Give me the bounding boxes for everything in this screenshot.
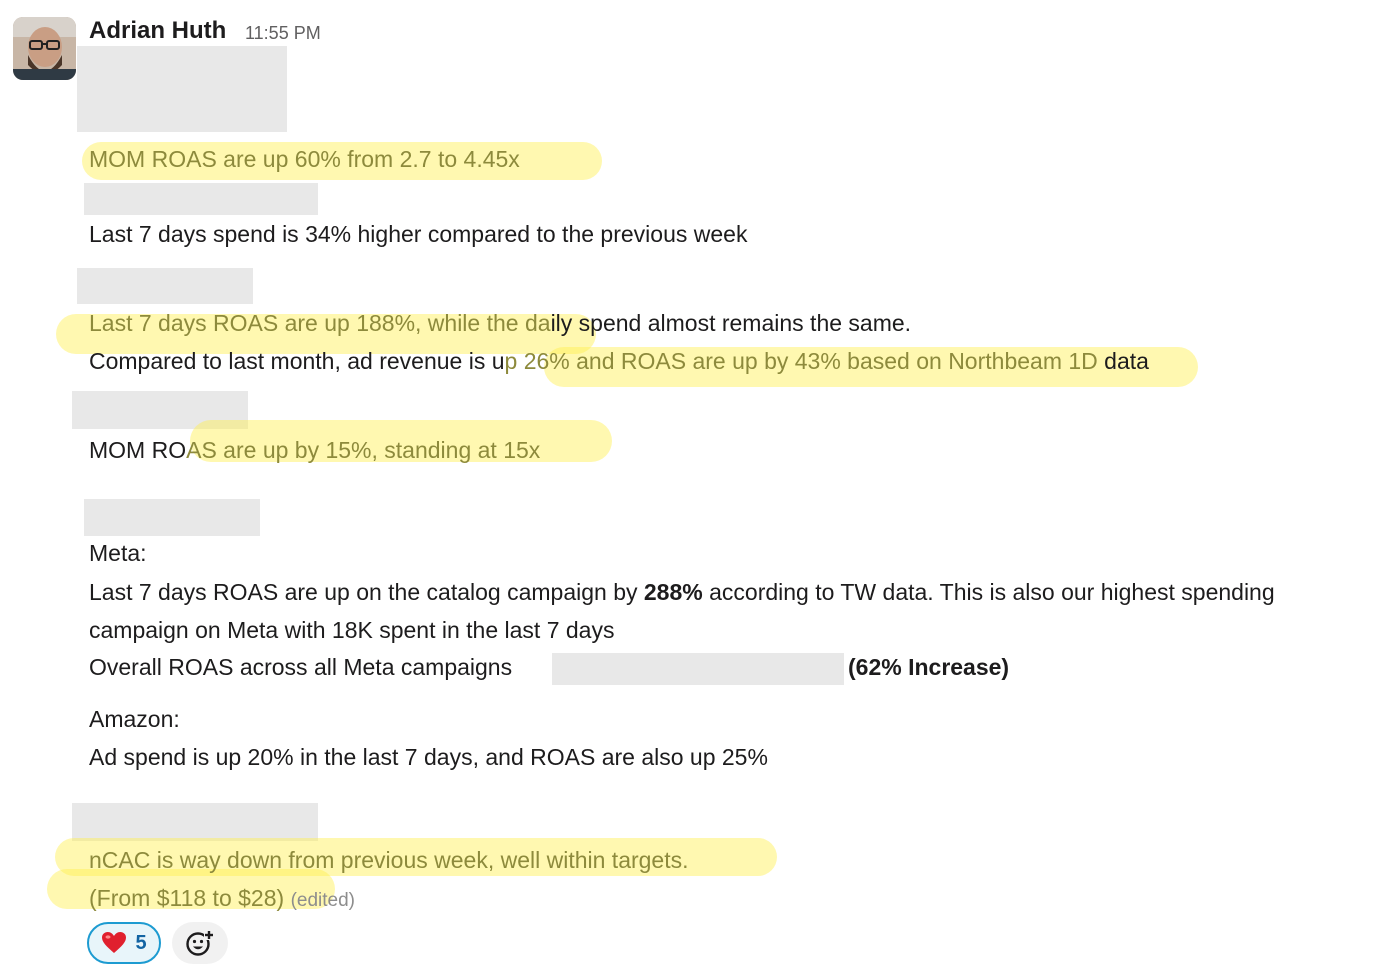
author-name[interactable]: Adrian Huth bbox=[89, 14, 226, 48]
text-span: data bbox=[1097, 348, 1149, 374]
edited-label: (edited) bbox=[290, 890, 355, 911]
redacted-block bbox=[77, 46, 287, 132]
highlighted-text: AS are up by 15%, standing at 15x bbox=[186, 437, 541, 463]
text-span: Compared to last month, ad revenue is u bbox=[89, 348, 505, 374]
message-line: nCAC is way down from previous week, wel… bbox=[89, 847, 689, 873]
message-line: Overall ROAS across all Meta campaigns bbox=[89, 654, 513, 680]
message-line: Meta: bbox=[89, 540, 147, 566]
highlighted-text: p 26% and ROAS are up by 43% based on No… bbox=[504, 348, 1098, 374]
avatar-photo bbox=[13, 17, 76, 80]
bold-text: (62% Increase) bbox=[848, 654, 1010, 680]
message-line: Ad spend is up 20% in the last 7 days, a… bbox=[89, 744, 768, 770]
reaction-count: 5 bbox=[135, 931, 147, 954]
redacted-block bbox=[84, 183, 318, 215]
redacted-block bbox=[84, 499, 260, 536]
redacted-block bbox=[77, 268, 253, 304]
heart-icon bbox=[102, 932, 127, 953]
message-timestamp[interactable]: 11:55 PM bbox=[245, 20, 321, 46]
message-line: Last 7 days ROAS are up 188%, while the … bbox=[89, 307, 911, 339]
message-line: MOM ROAS are up by 15%, standing at 15x bbox=[89, 434, 540, 466]
reaction-heart[interactable]: 5 bbox=[87, 922, 161, 964]
message-line: Last 7 days spend is 34% higher compared… bbox=[89, 221, 748, 247]
message-line: Last 7 days ROAS are up on the catalog c… bbox=[89, 576, 1275, 608]
message-line: Compared to last month, ad revenue is up… bbox=[89, 345, 1149, 377]
bold-text: 288% bbox=[643, 579, 703, 605]
message-line: campaign on Meta with 18K spent in the l… bbox=[89, 617, 615, 643]
text-span: according to TW data. This is also our h… bbox=[702, 579, 1275, 605]
add-reaction-icon bbox=[186, 930, 214, 956]
highlighted-text: Last 7 days ROAS are up 188%, while the … bbox=[89, 310, 551, 336]
message-line: Amazon: bbox=[89, 706, 180, 732]
text-span: Last 7 days ROAS are up on the catalog c… bbox=[89, 579, 644, 605]
message-line: (62% Increase) bbox=[848, 651, 1009, 683]
text-span: MOM RO bbox=[89, 437, 187, 463]
message-line: (From $118 to $28) (edited) bbox=[89, 882, 355, 917]
redacted-block bbox=[72, 803, 318, 841]
highlighted-text: (From $118 to $28) bbox=[89, 885, 285, 911]
message-line: MOM ROAS are up 60% from 2.7 to 4.45x bbox=[89, 146, 520, 172]
avatar[interactable] bbox=[13, 17, 76, 80]
add-reaction-button[interactable] bbox=[172, 922, 228, 964]
redacted-inline bbox=[552, 653, 844, 685]
text-span: ily spend almost remains the same. bbox=[550, 310, 912, 336]
